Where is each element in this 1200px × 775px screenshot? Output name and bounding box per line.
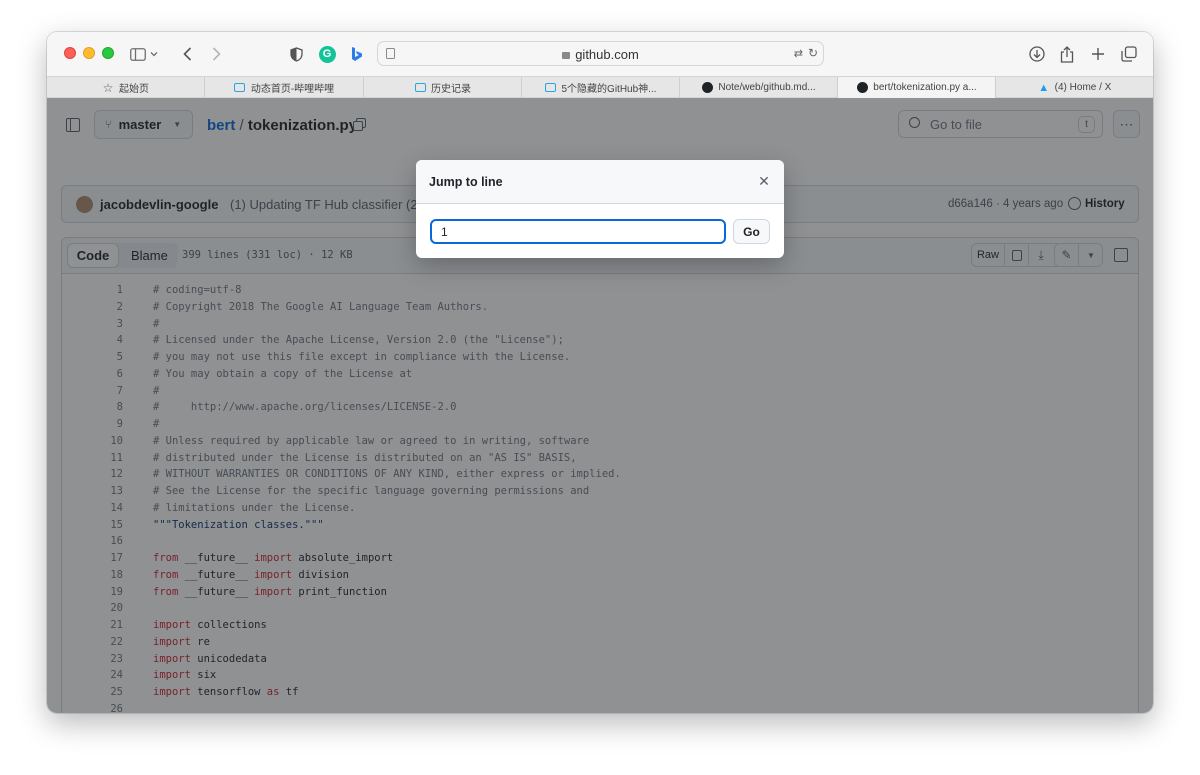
close-window-button[interactable] bbox=[64, 47, 76, 59]
dialog-title: Jump to line bbox=[429, 175, 503, 189]
tab-bilibili-github[interactable]: 5个隐藏的GitHub神... bbox=[522, 77, 680, 98]
go-button[interactable]: Go bbox=[733, 219, 770, 244]
minimize-window-button[interactable] bbox=[83, 47, 95, 59]
bilibili-icon bbox=[544, 82, 556, 94]
address-bar[interactable]: github.com ⇄ ↻ bbox=[377, 41, 824, 66]
tab-label: 5个隐藏的GitHub神... bbox=[561, 84, 657, 95]
tab-bert-tokenization[interactable]: bert/tokenization.py a... bbox=[838, 77, 996, 98]
bilibili-icon bbox=[234, 82, 246, 94]
tab-label: 动态首页-哔哩哔哩 bbox=[250, 84, 335, 95]
translate-icon[interactable]: ⇄ bbox=[794, 47, 803, 60]
tab-bar: ☆ 起始页 动态首页-哔哩哔哩 历史记录 5个隐藏的GitHub神... Note… bbox=[47, 76, 1153, 98]
lock-icon bbox=[562, 52, 571, 59]
tab-note-github[interactable]: Note/web/github.md... bbox=[680, 77, 838, 98]
bing-icon[interactable] bbox=[346, 43, 368, 65]
download-icon[interactable] bbox=[1026, 43, 1048, 65]
dialog-header: Jump to line ✕ bbox=[416, 160, 784, 204]
reload-icon[interactable]: ↻ bbox=[808, 46, 818, 60]
shield-icon[interactable] bbox=[285, 43, 307, 65]
back-icon[interactable] bbox=[176, 43, 198, 65]
tab-label: bert/tokenization.py a... bbox=[873, 82, 977, 93]
tab-label: (4) Home / X bbox=[1054, 82, 1112, 93]
github-icon bbox=[701, 82, 713, 94]
tab-twitter-home[interactable]: ▲ (4) Home / X bbox=[996, 77, 1153, 98]
browser-toolbar: G github.com ⇄ ↻ bbox=[47, 32, 1153, 76]
jump-to-line-dialog: Jump to line ✕ Go bbox=[416, 160, 784, 258]
twitter-icon: ▲ bbox=[1038, 81, 1050, 94]
bilibili-icon bbox=[414, 82, 426, 94]
grammarly-icon[interactable]: G bbox=[316, 43, 338, 65]
tab-start-page[interactable]: ☆ 起始页 bbox=[47, 77, 205, 98]
tab-history[interactable]: 历史记录 bbox=[364, 77, 522, 98]
chevron-down-icon[interactable] bbox=[148, 43, 160, 65]
browser-window: G github.com ⇄ ↻ ☆ 起始页 动态首页-哔哩哔哩 历史记录 5个… bbox=[47, 32, 1153, 713]
sidebar-toggle-icon[interactable] bbox=[127, 43, 149, 65]
tab-bilibili-home[interactable]: 动态首页-哔哩哔哩 bbox=[205, 77, 364, 98]
star-icon: ☆ bbox=[102, 80, 114, 95]
github-icon bbox=[856, 82, 868, 94]
new-tab-icon[interactable] bbox=[1087, 43, 1109, 65]
github-page: ⑂ master ▼ bert / tokenization.py Go to … bbox=[47, 98, 1153, 713]
address-value: github.com bbox=[575, 47, 639, 62]
tab-overview-icon[interactable] bbox=[1118, 43, 1140, 65]
tab-label: 历史记录 bbox=[431, 84, 471, 95]
forward-icon[interactable] bbox=[205, 43, 227, 65]
tab-label: 起始页 bbox=[119, 84, 149, 95]
zoom-window-button[interactable] bbox=[102, 47, 114, 59]
close-icon[interactable]: ✕ bbox=[757, 173, 771, 189]
address-text: github.com bbox=[378, 47, 823, 62]
share-icon[interactable] bbox=[1056, 43, 1078, 65]
tab-label: Note/web/github.md... bbox=[718, 82, 816, 93]
line-number-input[interactable] bbox=[430, 219, 726, 244]
